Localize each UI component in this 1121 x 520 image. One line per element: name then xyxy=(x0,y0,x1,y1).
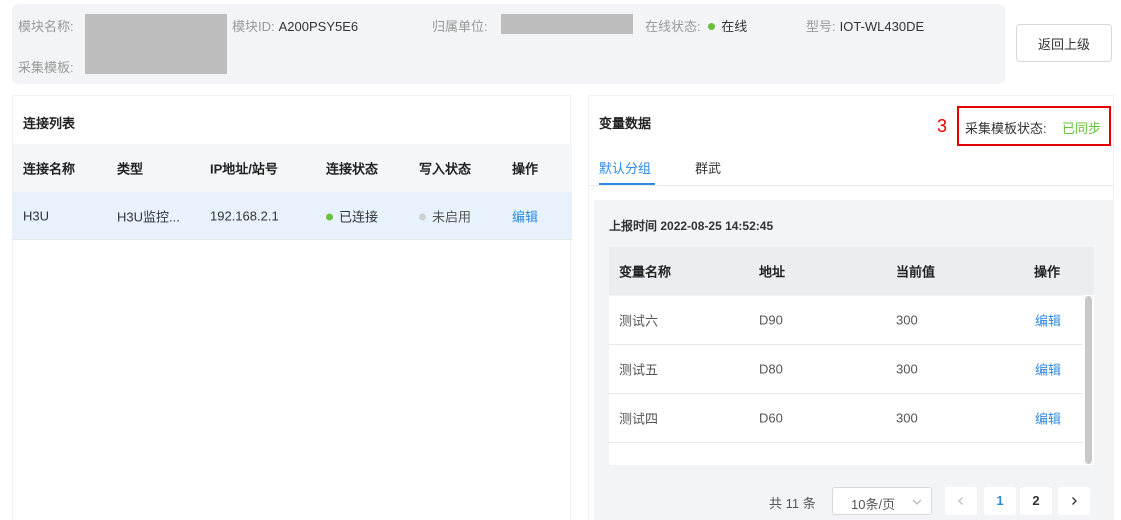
active-tab-indicator xyxy=(599,183,655,185)
report-time: 上报时间 2022-08-25 14:52:45 xyxy=(609,217,773,234)
table-row[interactable]: 测试五 D80 300 编辑 xyxy=(609,345,1083,394)
sync-status-value: 已同步 xyxy=(1062,121,1102,136)
connection-status-text: 已连接 xyxy=(339,209,379,224)
col-connection-status: 连接状态 xyxy=(326,161,379,177)
edit-variable-link[interactable]: 编辑 xyxy=(1035,360,1061,379)
variable-name: 测试五 xyxy=(619,362,659,378)
online-status-field: 在线状态: 在线 xyxy=(645,16,747,35)
col-current-value: 当前值 xyxy=(896,264,936,280)
col-variable-action: 操作 xyxy=(1034,264,1061,280)
connection-type: H3U监控... xyxy=(117,209,180,224)
col-variable-name: 变量名称 xyxy=(619,264,672,280)
model-label: 型号: xyxy=(806,19,836,34)
variable-value: 300 xyxy=(896,410,918,426)
report-time-value: 2022-08-25 14:52:45 xyxy=(660,219,774,233)
connected-dot-icon xyxy=(326,213,333,221)
variable-address: D80 xyxy=(759,361,783,377)
variable-data-title: 变量数据 xyxy=(599,116,652,131)
tab-default-group[interactable]: 默认分组 xyxy=(599,158,651,177)
online-dot-icon xyxy=(708,23,716,31)
connection-status: 已连接 xyxy=(326,206,378,225)
connection-ip: 192.168.2.1 xyxy=(210,208,279,223)
chevron-right-icon xyxy=(1072,497,1077,505)
variable-name: 测试六 xyxy=(619,313,659,329)
module-id-field: 模块ID: A200PSY5E6 xyxy=(232,16,358,35)
edit-connection-link[interactable]: 编辑 xyxy=(512,206,538,225)
owner-label: 归属单位: xyxy=(432,19,488,34)
chevron-down-icon xyxy=(912,499,922,505)
tabs-divider xyxy=(588,185,1114,186)
tab-group-2[interactable]: 群武 xyxy=(695,158,721,177)
prev-page-button[interactable] xyxy=(945,487,977,515)
col-type: 类型 xyxy=(117,161,144,177)
table-row[interactable]: 测试四 D60 300 编辑 xyxy=(609,394,1083,443)
connection-list-panel: 连接列表 连接名称 类型 IP地址/站号 连接状态 写入状态 操作 H3U H3… xyxy=(12,95,572,520)
online-status-value: 在线 xyxy=(708,19,747,34)
col-ip: IP地址/站号 xyxy=(210,161,278,177)
model-field: 型号: IOT-WL430DE xyxy=(806,16,924,35)
module-id-label: 模块ID: xyxy=(232,19,275,34)
connection-name: H3U xyxy=(23,208,50,223)
table-scrollbar-thumb[interactable] xyxy=(1085,296,1092,464)
template-sync-status: 采集模板状态: 已同步 xyxy=(957,106,1111,146)
variable-address: D60 xyxy=(759,410,783,426)
template-label: 采集模板: xyxy=(18,60,74,75)
col-address: 地址 xyxy=(759,264,786,280)
pagination-total: 共 11 条 xyxy=(769,496,816,511)
variable-address: D90 xyxy=(759,312,783,328)
report-time-label: 上报时间 xyxy=(609,219,658,233)
table-row[interactable]: 测试六 D90 300 编辑 xyxy=(609,296,1083,345)
page-size-select[interactable]: 10条/页 xyxy=(832,487,932,515)
module-name-redacted xyxy=(85,14,227,74)
module-id-value: A200PSY5E6 xyxy=(278,19,359,34)
disabled-dot-icon xyxy=(419,213,426,221)
col-action: 操作 xyxy=(512,161,539,177)
page-1-button[interactable]: 1 xyxy=(984,487,1016,515)
page-size-value: 10条/页 xyxy=(851,497,896,512)
sync-status-label: 采集模板状态: xyxy=(965,121,1047,136)
connection-list-title: 连接列表 xyxy=(23,116,76,131)
variable-table-header: 变量名称 地址 当前值 操作 xyxy=(609,247,1094,295)
table-row[interactable]: H3U H3U监控... 192.168.2.1 已连接 未启用 编辑 xyxy=(13,192,572,240)
edit-variable-link[interactable]: 编辑 xyxy=(1035,311,1061,330)
model-value: IOT-WL430DE xyxy=(839,19,925,34)
table-row-partial xyxy=(609,443,1083,465)
online-status-text: 在线 xyxy=(721,19,748,34)
next-page-button[interactable] xyxy=(1058,487,1090,515)
edit-variable-link[interactable]: 编辑 xyxy=(1035,409,1061,428)
variable-value: 300 xyxy=(896,312,918,328)
col-connection-name: 连接名称 xyxy=(23,161,76,177)
write-status-text: 未启用 xyxy=(432,209,472,224)
back-button[interactable]: 返回上级 xyxy=(1016,24,1112,62)
annotation-number: 3 xyxy=(937,116,948,136)
col-write-status: 写入状态 xyxy=(419,161,472,177)
page-2-button[interactable]: 2 xyxy=(1020,487,1052,515)
module-name-label: 模块名称: xyxy=(18,19,74,34)
chevron-left-icon xyxy=(958,497,963,505)
variable-value: 300 xyxy=(896,361,918,377)
online-status-label: 在线状态: xyxy=(645,19,701,34)
variable-name: 测试四 xyxy=(619,411,659,427)
write-status: 未启用 xyxy=(419,206,471,225)
owner-redacted xyxy=(501,14,633,34)
connection-table-header: 连接名称 类型 IP地址/站号 连接状态 写入状态 操作 xyxy=(13,144,572,192)
